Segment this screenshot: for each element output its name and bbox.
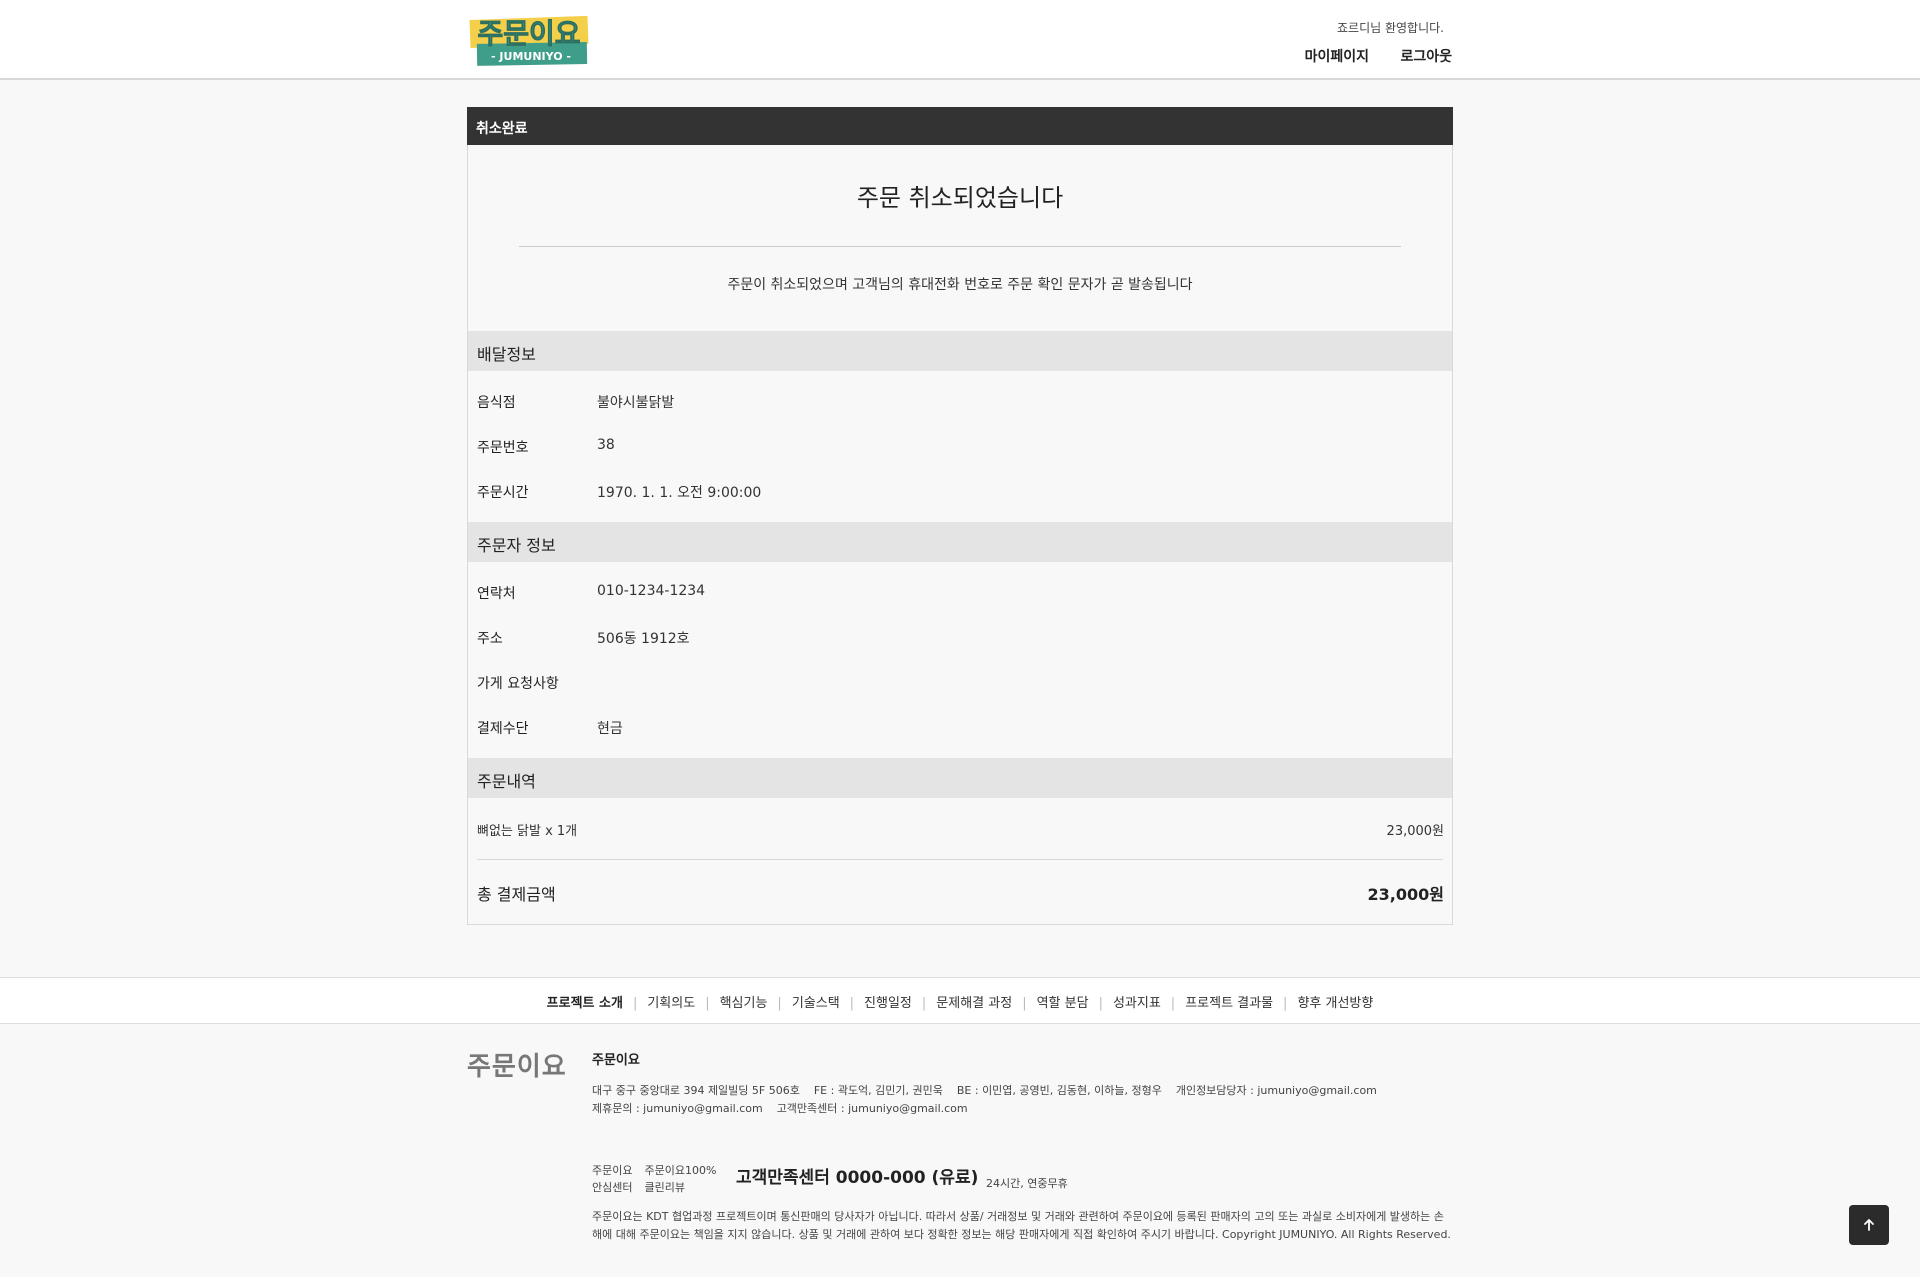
footer-nav-separator: |: [1022, 996, 1027, 1011]
footer-nav-separator: |: [1283, 996, 1288, 1011]
footer-logo: 주문이요: [467, 1052, 567, 1082]
customer-center-hours: 24시간, 연중무휴: [986, 1177, 1068, 1190]
payment-method-value: 현금: [597, 721, 623, 737]
badge-clean-review[interactable]: 클린리뷰: [644, 1179, 684, 1196]
restaurant-label: 음식점: [477, 395, 516, 411]
total-value: 23,000원: [1367, 885, 1444, 904]
footer-nav-separator: |: [1098, 996, 1103, 1011]
order-number-label: 주문번호: [477, 440, 529, 456]
contact-value: 010-1234-1234: [597, 583, 706, 599]
logo-title: 주문이요: [477, 17, 580, 50]
footer-nav-separator: |: [777, 996, 782, 1011]
footer-contact-line: 제휴문의 : jumuniyo@gmail.com 고객만족센터 : jumun…: [592, 1102, 968, 1115]
delivery-section-header: 배달정보: [468, 331, 1452, 371]
contact-label: 연락처: [477, 586, 516, 602]
badge-jumuniyo-100[interactable]: 주문이요100%: [644, 1162, 716, 1179]
footer-nav-schedule[interactable]: 진행일정: [864, 996, 912, 1011]
mypage-link[interactable]: 마이페이지: [1305, 46, 1369, 66]
badge-jumuniyo[interactable]: 주문이요: [592, 1162, 632, 1179]
footer-nav-results[interactable]: 프로젝트 결과물: [1185, 996, 1273, 1011]
footer-nav-problem-solving[interactable]: 문제해결 과정: [936, 996, 1012, 1011]
jumuniyo-logo[interactable]: 주문이요 - JUMUNIYO -: [467, 10, 594, 69]
footer-nav: 프로젝트 소개 | 기획의도 | 핵심기능 | 기술스택 | 진행일정 | 문제해결 과정 | 역할 분…: [0, 977, 1920, 1024]
scroll-top-button[interactable]: [1849, 1205, 1889, 1245]
cancel-title: 주문 취소되었습니다: [856, 184, 1064, 212]
card-header: 취소완료: [467, 107, 1453, 145]
footer-nav-metrics[interactable]: 성과지표: [1113, 996, 1161, 1011]
footer-nav-separator: |: [1170, 996, 1176, 1011]
order-number-value: 38: [597, 437, 615, 453]
total-label: 총 결제금액: [477, 885, 556, 904]
site-header: 주문이요 - JUMUNIYO - 죠르디님 환영합니다. 마이페이지 로그아웃: [0, 0, 1920, 80]
welcome-text: 죠르디님 환영합니다.: [1337, 21, 1444, 35]
footer-nav-separator: |: [705, 996, 710, 1011]
footer-company-name: 주문이요: [592, 1053, 640, 1068]
order-cancel-card: 취소완료 주문 취소되었습니다 주문이 취소되었으며 고객님의 휴대전화 번호로…: [467, 107, 1453, 925]
order-item-price: 23,000원: [1386, 824, 1444, 839]
footer-nav-planning[interactable]: 기획의도: [647, 996, 695, 1011]
footer-disclaimer: 주문이요는 KDT 협업과정 프로젝트이며 통신판매의 당사자가 아닙니다. 따…: [592, 1210, 1451, 1241]
footer-address-line: 대구 중구 중앙대로 394 제일빌딩 5F 506호 FE : 곽도억, 김민…: [592, 1084, 1377, 1097]
badge-safety-center[interactable]: 안심센터: [592, 1179, 632, 1196]
order-item-name: 뼈없는 닭발 x 1개: [477, 824, 578, 839]
customer-center-phone: 고객만족센터 0000-000 (유료): [736, 1168, 979, 1188]
footer-nav-roles[interactable]: 역할 분담: [1037, 996, 1089, 1011]
title-divider: [519, 246, 1401, 247]
footer-badges: 주문이요 주문이요100% 안심센터 클린리뷰: [592, 1162, 728, 1196]
order-items-section-header: 주문내역: [468, 758, 1452, 798]
footer-nav-improvements[interactable]: 향후 개선방향: [1297, 996, 1373, 1011]
footer-nav-core-features[interactable]: 핵심기능: [720, 996, 768, 1011]
footer-info: 주문이요 대구 중구 중앙대로 394 제일빌딩 5F 506호 FE : 곽도…: [592, 1052, 1454, 1241]
footer-nav-separator: |: [921, 996, 927, 1011]
order-time-label: 주문시간: [477, 485, 529, 501]
orderer-section-header: 주문자 정보: [468, 522, 1452, 562]
address-value: 506동 1912호: [597, 631, 690, 647]
arrow-up-icon: [1864, 1219, 1874, 1231]
cancel-message: 주문이 취소되었으며 고객님의 휴대전화 번호로 주문 확인 문자가 곧 발송됩…: [727, 277, 1193, 293]
payment-method-label: 결제수단: [477, 721, 529, 737]
restaurant-value: 불야시불닭발: [597, 395, 675, 411]
order-time-value: 1970. 1. 1. 오전 9:00:00: [597, 485, 762, 501]
store-request-label: 가게 요청사항: [477, 676, 559, 692]
footer-body: 주문이요 주문이요 대구 중구 중앙대로 394 제일빌딩 5F 506호 FE…: [0, 1024, 1920, 1277]
items-divider: [477, 859, 1443, 860]
address-label: 주소: [477, 631, 503, 647]
logo-subtitle: - JUMUNIYO -: [491, 50, 571, 63]
logout-link[interactable]: 로그아웃: [1400, 46, 1452, 66]
footer-nav-tech-stack[interactable]: 기술스택: [792, 996, 840, 1011]
footer-nav-separator: |: [849, 996, 855, 1011]
footer-nav-project-intro[interactable]: 프로젝트 소개: [547, 996, 623, 1011]
footer-nav-separator: |: [632, 996, 638, 1011]
